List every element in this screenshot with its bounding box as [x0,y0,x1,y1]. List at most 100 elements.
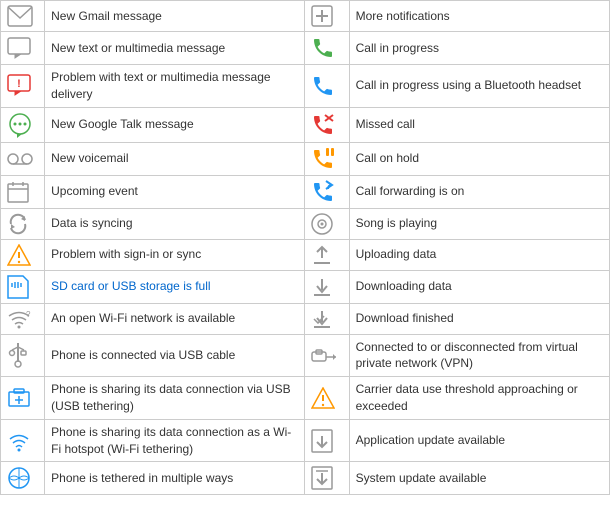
text-cell-download-done: Download finished [349,303,609,334]
text-cell-hold: Call on hold [349,142,609,175]
icon-cell [1,239,45,270]
text-cell-sys-update: System update available [349,462,609,495]
text-cell-carrier: Carrier data use threshold approaching o… [349,377,609,420]
text-cell-gtalk: New Google Talk message [45,107,305,142]
table-row: New voicemail Call on hold [1,142,610,175]
icon-cell [1,334,45,377]
sync-problem-icon [7,244,38,266]
call-bt-icon [311,74,342,98]
sdcard-icon [7,275,38,299]
call-in-progress-icon [311,36,342,60]
sms-error-icon: ! [7,74,38,98]
text-cell-vpn: Connected to or disconnected from virtua… [349,334,609,377]
icon-cell [1,107,45,142]
icon-cell: ! [1,65,45,108]
text-cell-sms-error: Problem with text or multimedia message … [45,65,305,108]
icon-cell [1,32,45,65]
icon-cell: ? [1,303,45,334]
icon-cell [305,175,349,208]
table-row: New text or multimedia message Call in p… [1,32,610,65]
table-row: Phone is connected via USB cable Connect… [1,334,610,377]
tethered-icon [7,466,38,490]
text-cell-tethered: Phone is tethered in multiple ways [45,462,305,495]
icon-cell [305,208,349,239]
gtalk-icon [7,112,38,138]
text-cell-wifi-hotspot: Phone is sharing its data connection as … [45,419,305,462]
text-cell-sdcard: SD card or USB storage is full [45,270,305,303]
usb-icon [7,342,38,368]
icon-cell [305,377,349,420]
icon-cell [1,419,45,462]
text-cell-usb: Phone is connected via USB cable [45,334,305,377]
sync-icon [7,213,38,235]
text-cell-download: Downloading data [349,270,609,303]
calendar-icon [7,181,38,203]
icon-cell [1,270,45,303]
download-icon [311,276,342,298]
text-cell-more: More notifications [349,1,609,32]
icon-cell [305,270,349,303]
text-cell-call: Call in progress [349,32,609,65]
text-cell-missed: Missed call [349,107,609,142]
text-cell-music: Song is playing [349,208,609,239]
icon-cell [305,107,349,142]
gmail-icon [7,5,38,27]
wifi-hotspot-icon [7,429,38,453]
icon-cell [305,32,349,65]
text-cell-voicemail: New voicemail [45,142,305,175]
music-icon [311,213,342,235]
text-cell-call-bt: Call in progress using a Bluetooth heads… [349,65,609,108]
table-row: New Google Talk message Missed call [1,107,610,142]
text-cell-gmail: New Gmail message [45,1,305,32]
upload-icon [311,244,342,266]
icon-cell [305,303,349,334]
text-cell-forward: Call forwarding is on [349,175,609,208]
icon-cell [1,462,45,495]
icon-cell [305,1,349,32]
icon-cell [305,462,349,495]
text-cell-usb-share: Phone is sharing its data connection via… [45,377,305,420]
sys-update-icon [311,466,342,490]
svg-text:!: ! [17,78,21,90]
notification-icons-table: New Gmail message More notifications New… [0,0,610,495]
table-row: Phone is sharing its data connection as … [1,419,610,462]
icon-cell [1,208,45,239]
table-row: ? An open Wi-Fi network is available Dow… [1,303,610,334]
text-cell-app-update: Application update available [349,419,609,462]
wifi-icon: ? [7,309,38,329]
icon-cell [305,65,349,108]
text-cell-upload: Uploading data [349,239,609,270]
text-cell-sms: New text or multimedia message [45,32,305,65]
icon-cell [1,175,45,208]
sms-icon [7,37,38,59]
text-cell-wifi: An open Wi-Fi network is available [45,303,305,334]
icon-cell [1,1,45,32]
carrier-icon [311,387,342,409]
text-cell-sync: Data is syncing [45,208,305,239]
table-row: Data is syncing Song is playing [1,208,610,239]
icon-cell [1,142,45,175]
table-row: Problem with sign-in or sync Uploading d… [1,239,610,270]
table-row: ! Problem with text or multimedia messag… [1,65,610,108]
svg-text:?: ? [26,310,31,319]
text-cell-sync-problem: Problem with sign-in or sync [45,239,305,270]
icon-cell [305,142,349,175]
more-notifications-icon [311,5,342,27]
icon-cell [305,334,349,377]
table-row: Upcoming event Call forwarding is on [1,175,610,208]
icon-cell [305,419,349,462]
download-done-icon [311,308,342,330]
table-row: Phone is tethered in multiple ways Syste… [1,462,610,495]
usb-share-icon [7,386,38,410]
table-row: SD card or USB storage is full Downloadi… [1,270,610,303]
voicemail-icon [7,151,38,167]
table-row: New Gmail message More notifications [1,1,610,32]
call-hold-icon [311,147,342,171]
table-row: Phone is sharing its data connection via… [1,377,610,420]
app-update-icon [311,429,342,453]
call-forward-icon [311,180,342,204]
icon-cell [1,377,45,420]
missed-call-icon [311,113,342,137]
vpn-icon [311,347,342,363]
text-cell-calendar: Upcoming event [45,175,305,208]
